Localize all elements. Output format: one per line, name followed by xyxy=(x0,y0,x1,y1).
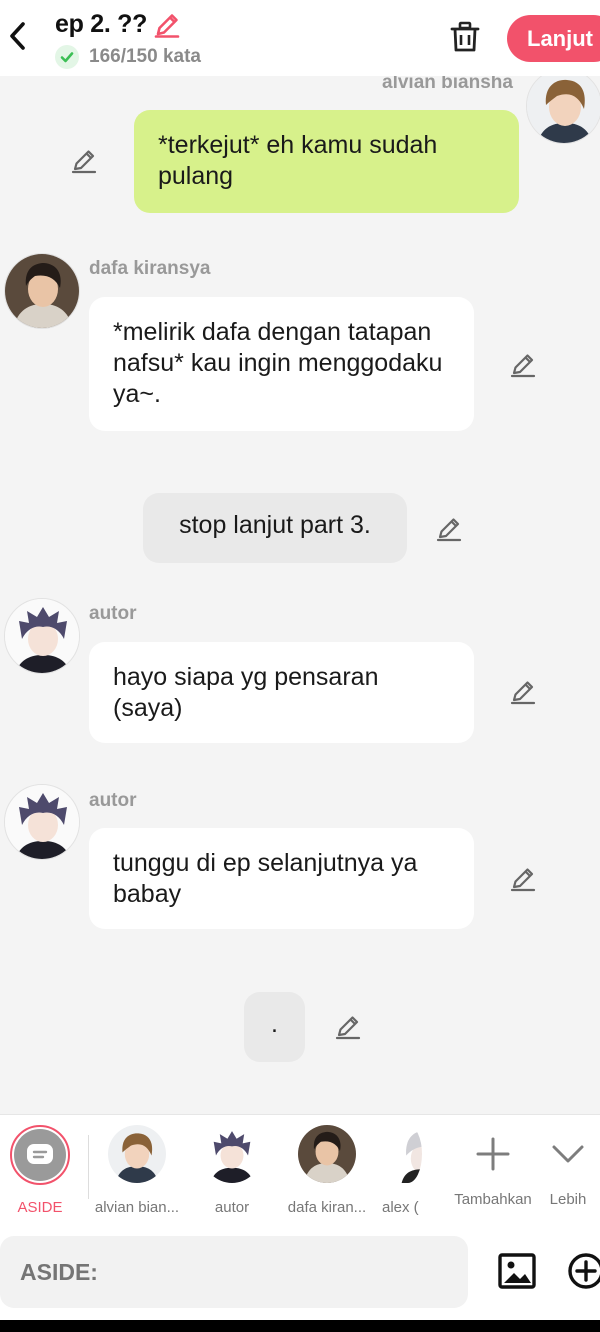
pencil-icon xyxy=(510,868,536,892)
pencil-icon xyxy=(436,518,462,542)
character-label: Lebih xyxy=(549,1191,587,1208)
chevron-down-icon xyxy=(552,1145,584,1163)
character-alvian[interactable]: alvian bian... xyxy=(92,1125,182,1216)
character-alex[interactable]: alex ( xyxy=(376,1125,422,1216)
character-label: ASIDE xyxy=(17,1199,63,1216)
message-text: hayo siapa yg pensaran (saya) xyxy=(113,663,379,722)
avatar xyxy=(394,1125,422,1183)
character-autor[interactable]: autor xyxy=(187,1125,277,1216)
message-bubble[interactable]: hayo siapa yg pensaran (saya) xyxy=(89,642,474,743)
more-button[interactable]: Lebih xyxy=(536,1125,600,1208)
narration-bubble[interactable]: stop lanjut part 3. xyxy=(143,493,407,563)
pencil-icon xyxy=(71,150,97,174)
narration-bubble[interactable]: . xyxy=(244,992,305,1062)
message-bubble[interactable]: tunggu di ep selanjutnya ya babay xyxy=(89,828,474,929)
plus-circle-icon xyxy=(568,1253,600,1289)
avatar xyxy=(108,1125,166,1183)
avatar xyxy=(298,1125,356,1183)
insert-image-button[interactable] xyxy=(496,1251,538,1291)
character-label: alex ( xyxy=(382,1199,419,1216)
avatar-autor[interactable] xyxy=(4,784,80,860)
character-label: autor xyxy=(214,1199,250,1216)
character-label: Tambahkan xyxy=(454,1191,532,1208)
message-bubble[interactable]: *terkejut* eh kamu sudah pulang xyxy=(134,110,519,213)
plus-icon xyxy=(476,1137,510,1171)
back-arrow-icon xyxy=(10,22,25,50)
character-dafa[interactable]: dafa kiran... xyxy=(282,1125,372,1216)
system-nav-bar xyxy=(0,1320,600,1332)
episode-title[interactable]: ep 2. ?? xyxy=(55,10,147,39)
next-button[interactable]: Lanjut xyxy=(507,15,600,62)
input-bar xyxy=(0,1224,600,1320)
avatar-alvian[interactable] xyxy=(526,76,600,144)
pencil-icon xyxy=(510,681,536,705)
check-icon xyxy=(55,45,79,69)
character-label: alvian bian... xyxy=(94,1199,180,1216)
more-options-button[interactable] xyxy=(566,1251,600,1291)
edit-message-button[interactable] xyxy=(508,864,538,894)
edit-message-button[interactable] xyxy=(333,1012,363,1042)
speaker-name: alvian biansha xyxy=(382,76,513,93)
add-character-button[interactable]: Tambahkan xyxy=(448,1125,538,1208)
speaker-name: autor xyxy=(89,603,137,624)
episode-title-row: ep 2. ?? xyxy=(55,10,181,39)
message-text: tunggu di ep selanjutnya ya babay xyxy=(113,849,418,908)
aside-avatar xyxy=(10,1125,70,1185)
edit-message-button[interactable] xyxy=(508,677,538,707)
avatar xyxy=(203,1125,261,1183)
divider xyxy=(88,1135,89,1199)
word-count: 166/150 kata xyxy=(89,46,201,67)
message-text: *terkejut* eh kamu sudah pulang xyxy=(158,131,438,190)
edit-message-button[interactable] xyxy=(69,146,99,176)
chat-bubble-icon xyxy=(27,1144,53,1164)
top-bar: ep 2. ?? 166/150 kata Lanjut xyxy=(0,0,600,76)
message-bubble[interactable]: *melirik dafa dengan tatapan nafsu* kau … xyxy=(89,297,474,431)
trash-icon xyxy=(450,21,480,52)
delete-button[interactable] xyxy=(446,18,484,56)
character-selector: ASIDE alvian bian... autor dafa kiran...… xyxy=(0,1114,600,1224)
chat-area[interactable]: alvian biansha *terkejut* eh kamu sudah … xyxy=(0,76,600,1114)
edit-message-button[interactable] xyxy=(508,350,538,380)
pencil-icon xyxy=(335,1016,361,1040)
word-count-row: 166/150 kata xyxy=(55,45,201,69)
edit-title-button[interactable] xyxy=(153,11,181,39)
message-input[interactable] xyxy=(0,1236,468,1308)
character-label: dafa kiran... xyxy=(287,1199,367,1216)
message-text: . xyxy=(271,1010,278,1038)
pencil-icon xyxy=(154,13,180,38)
avatar-autor[interactable] xyxy=(4,598,80,674)
message-text: stop lanjut part 3. xyxy=(179,511,371,539)
back-button[interactable] xyxy=(4,16,32,56)
image-icon xyxy=(498,1253,536,1289)
speaker-name: autor xyxy=(89,790,137,811)
edit-message-button[interactable] xyxy=(434,514,464,544)
pencil-icon xyxy=(510,354,536,378)
character-aside[interactable]: ASIDE xyxy=(0,1125,85,1216)
message-text: *melirik dafa dengan tatapan nafsu* kau … xyxy=(113,318,443,408)
avatar-dafa[interactable] xyxy=(4,253,80,329)
speaker-name: dafa kiransya xyxy=(89,258,211,279)
